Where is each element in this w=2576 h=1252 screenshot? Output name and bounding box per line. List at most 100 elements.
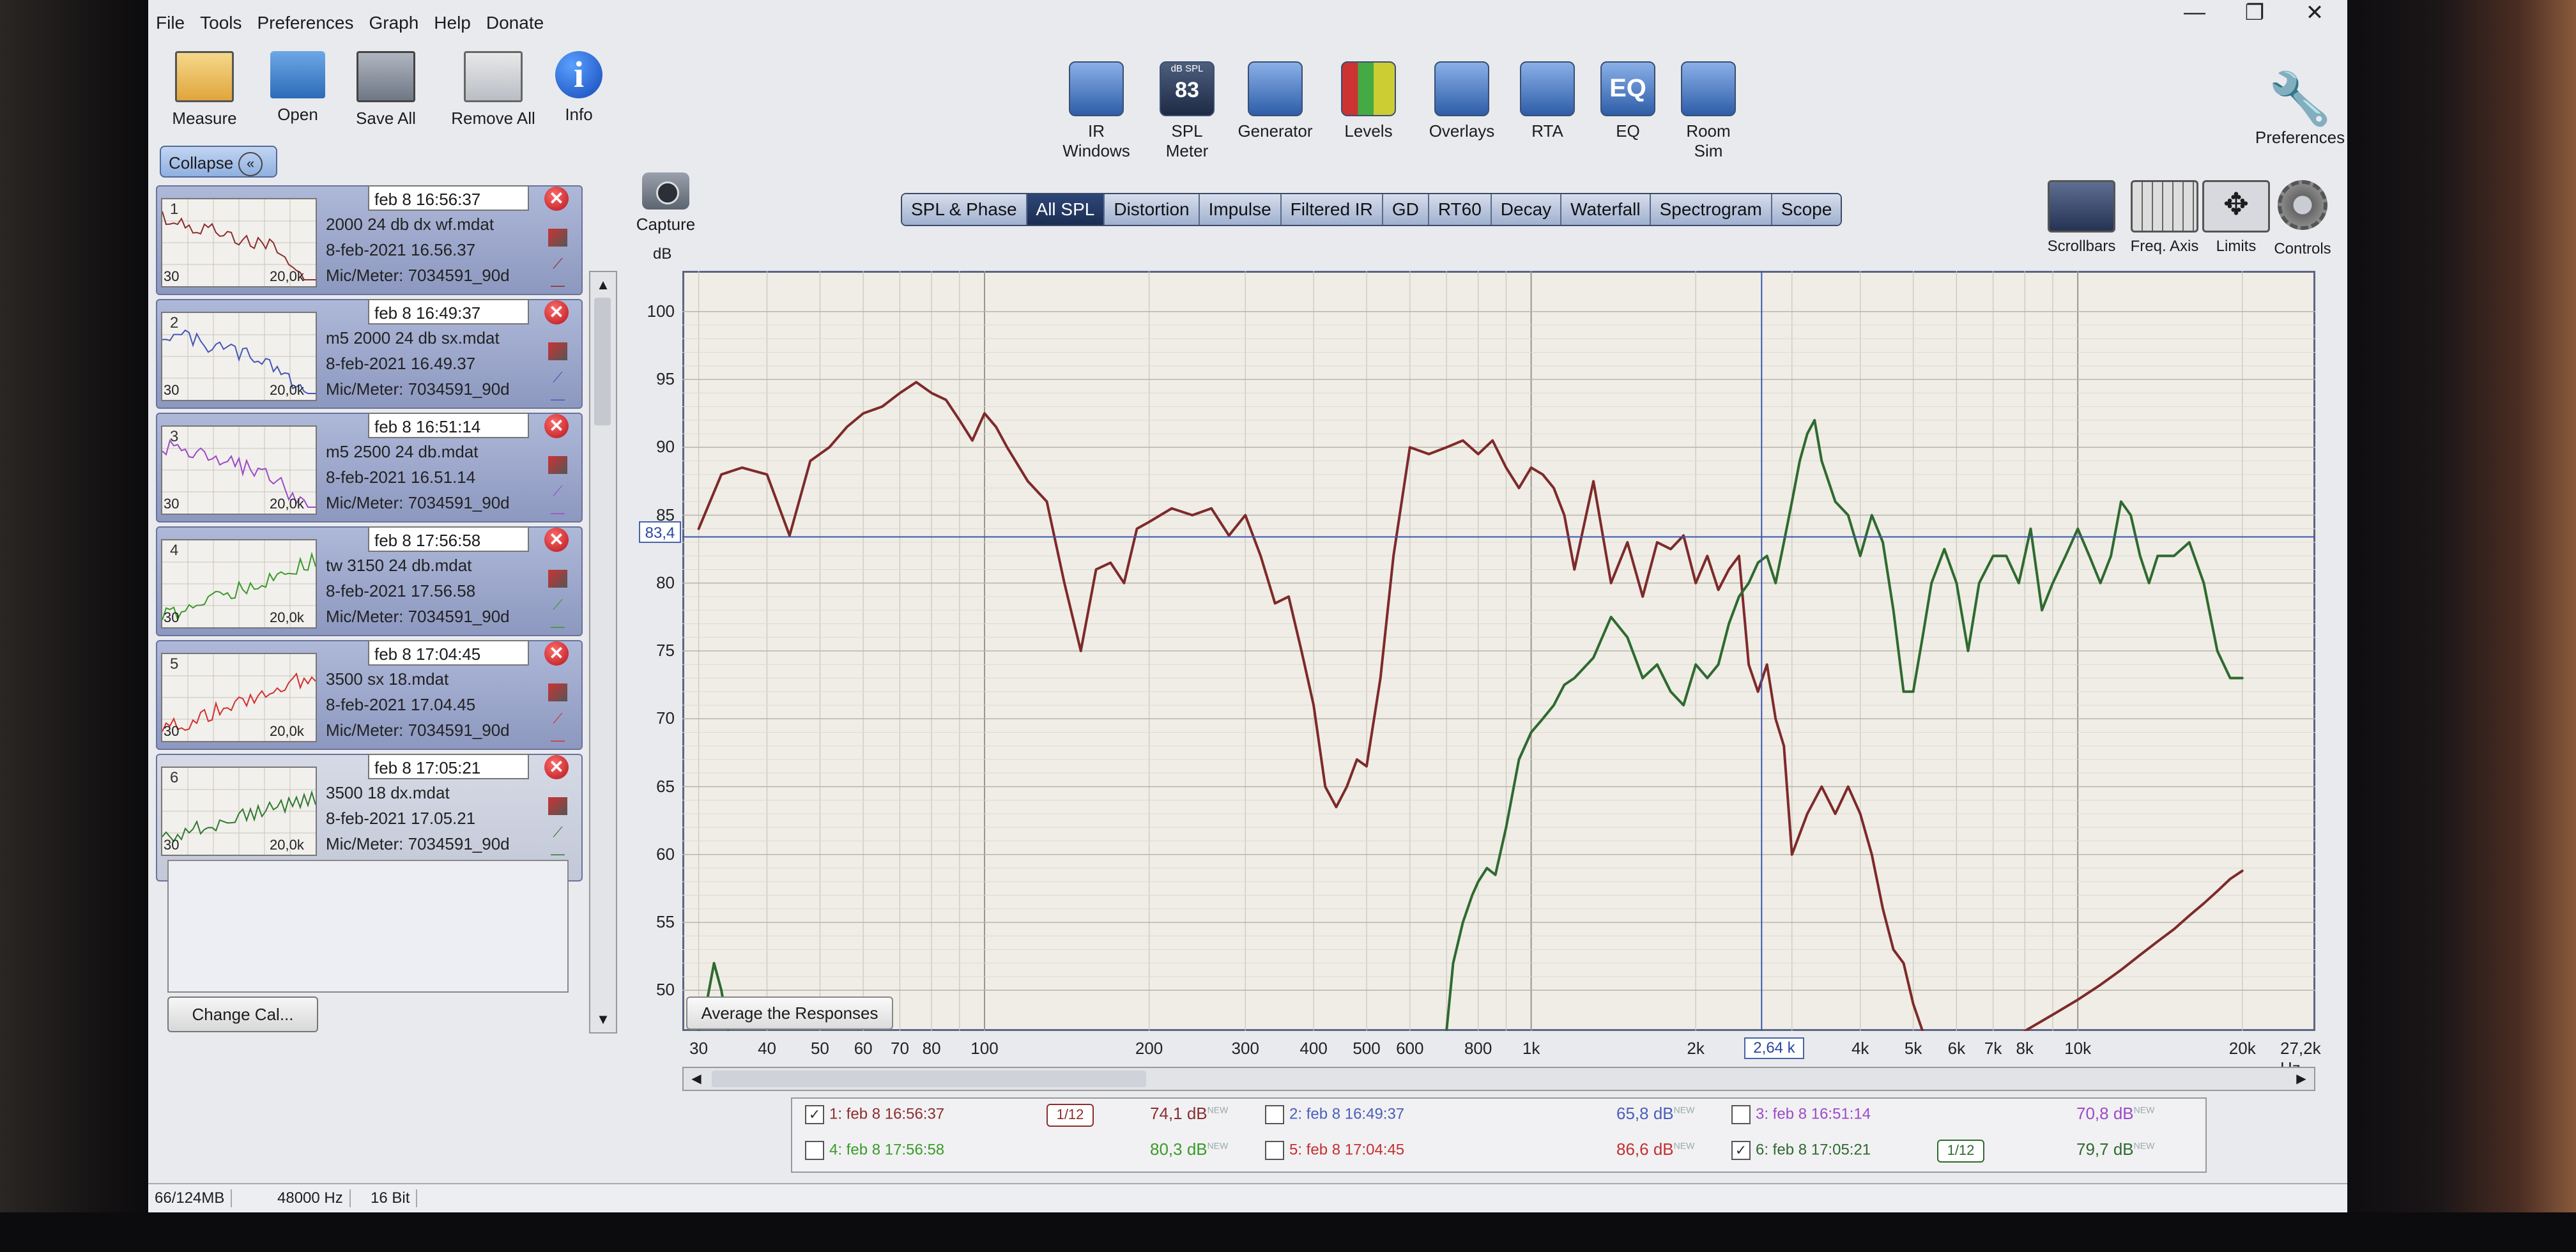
tab-distortion[interactable]: Distortion (1105, 194, 1200, 225)
rta-button[interactable]: RTA (1509, 61, 1586, 141)
ir-windows-button[interactable]: IR Windows (1058, 61, 1135, 161)
average-responses-button[interactable]: Average the Responses (686, 996, 893, 1030)
save-all-button[interactable]: Save All (341, 51, 431, 128)
maximize-button[interactable]: ❐ (2226, 0, 2283, 25)
controls-button[interactable]: Controls (2264, 180, 2341, 258)
legend-item[interactable]: 3: feb 8 16:51:14 (1731, 1105, 1871, 1124)
tab-filtered-ir[interactable]: Filtered IR (1281, 194, 1383, 225)
menu-graph[interactable]: Graph (361, 9, 426, 43)
visibility-icon[interactable]: — (548, 505, 567, 523)
legend-item[interactable]: 2: feb 8 16:49:37 (1265, 1105, 1404, 1124)
scroll-left-icon[interactable]: ◀ (684, 1068, 709, 1090)
menu-file[interactable]: File (148, 9, 192, 43)
spl-meter-button[interactable]: dB SPL 83 SPL Meter (1149, 61, 1225, 161)
menu-preferences[interactable]: Preferences (250, 9, 362, 43)
preferences-button[interactable]: 🔧 Preferences (2236, 70, 2347, 148)
horizontal-scrollbar[interactable]: ◀ ▶ (682, 1067, 2315, 1091)
graph-color-icon[interactable] (548, 797, 567, 815)
remove-all-button[interactable]: Remove All (448, 51, 538, 128)
measurement-name-field[interactable]: feb 8 17:56:58 (368, 526, 529, 552)
smoothing-badge[interactable]: 1/12 (1937, 1140, 1984, 1163)
scroll-thumb[interactable] (594, 298, 611, 425)
menu-donate[interactable]: Donate (479, 9, 551, 43)
room-sim-button[interactable]: Room Sim (1670, 61, 1747, 161)
measurement-item[interactable]: feb 8 16:49:37 ✕ 2 30 20,0k m5 2000 24 db sx.… (156, 299, 583, 409)
smoothing-badge[interactable]: 1/12 (1046, 1104, 1094, 1127)
graph-color-icon[interactable] (548, 570, 567, 588)
measurement-item[interactable]: feb 8 16:51:14 ✕ 3 30 20,0k m5 2500 24 db.mda… (156, 413, 583, 523)
delete-measurement-icon[interactable]: ✕ (544, 300, 569, 324)
line-style-icon[interactable]: ⟋ (548, 824, 567, 842)
line-style-icon[interactable]: ⟋ (548, 256, 567, 273)
tab-waterfall[interactable]: Waterfall (1561, 194, 1651, 225)
delete-measurement-icon[interactable]: ✕ (544, 641, 569, 666)
menu-tools[interactable]: Tools (192, 9, 249, 43)
scroll-down-icon[interactable]: ▼ (590, 1007, 616, 1032)
tab-impulse[interactable]: Impulse (1199, 194, 1282, 225)
visibility-icon[interactable]: — (548, 618, 567, 636)
legend-checkbox[interactable] (1265, 1105, 1284, 1124)
visibility-icon[interactable]: — (548, 732, 567, 750)
visibility-icon[interactable]: — (548, 391, 567, 409)
legend-item[interactable]: 4: feb 8 17:56:58 (805, 1141, 944, 1160)
legend-checkbox[interactable]: ✓ (805, 1105, 824, 1124)
tab-spectrogram[interactable]: Spectrogram (1650, 194, 1772, 225)
scroll-up-icon[interactable]: ▲ (590, 272, 616, 298)
close-button[interactable]: ✕ (2286, 0, 2343, 25)
legend-item[interactable]: ✓ 1: feb 8 16:56:37 (805, 1105, 944, 1124)
horizontal-scroll-thumb[interactable] (712, 1071, 1146, 1087)
vertical-scrollbar[interactable]: ▲ ▼ (589, 271, 617, 1034)
collapse-button[interactable]: Collapse « (160, 146, 277, 178)
legend-checkbox[interactable] (1731, 1105, 1751, 1124)
spl-graph[interactable] (682, 271, 2315, 1031)
legend-checkbox[interactable] (805, 1141, 824, 1160)
overlays-button[interactable]: Overlays (1423, 61, 1500, 141)
graph-color-icon[interactable] (548, 456, 567, 474)
line-style-icon[interactable]: ⟋ (548, 483, 567, 501)
legend-item[interactable]: ✓ 6: feb 8 17:05:21 (1731, 1141, 1871, 1160)
delete-measurement-icon[interactable]: ✕ (544, 414, 569, 438)
tab-decay[interactable]: Decay (1491, 194, 1562, 225)
scrollbars-button[interactable]: Scrollbars (2043, 180, 2120, 256)
tab-spl-phase[interactable]: SPL & Phase (902, 194, 1027, 225)
measurement-item[interactable]: feb 8 16:56:37 ✕ 1 30 20,0k 2000 24 db dx wf.… (156, 185, 583, 295)
open-button[interactable]: Open (253, 51, 342, 125)
info-button[interactable]: i Info (534, 51, 624, 125)
delete-measurement-icon[interactable]: ✕ (544, 528, 569, 552)
legend-checkbox[interactable] (1265, 1141, 1284, 1160)
generator-button[interactable]: Generator (1237, 61, 1314, 141)
measure-button[interactable]: Measure (160, 51, 249, 128)
measurement-item[interactable]: feb 8 17:56:58 ✕ 4 30 20,0k tw 3150 24 db.mda… (156, 526, 583, 636)
tab-gd[interactable]: GD (1383, 194, 1429, 225)
eq-button[interactable]: EQ EQ (1590, 61, 1666, 141)
levels-button[interactable]: Levels (1330, 61, 1407, 141)
scroll-right-icon[interactable]: ▶ (2288, 1068, 2314, 1090)
legend-checkbox[interactable]: ✓ (1731, 1141, 1751, 1160)
line-style-icon[interactable]: ⟋ (548, 597, 567, 615)
measurement-item[interactable]: feb 8 17:04:45 ✕ 5 30 20,0k 3500 sx 18.mdat 8-… (156, 640, 583, 750)
freq-axis-button[interactable]: Freq. Axis (2126, 180, 2203, 256)
measurement-name-field[interactable]: feb 8 17:04:45 (368, 640, 529, 666)
legend-item[interactable]: 5: feb 8 17:04:45 (1265, 1141, 1404, 1160)
graph-color-icon[interactable] (548, 683, 567, 701)
measurement-name-field[interactable]: feb 8 17:05:21 (368, 754, 529, 779)
change-cal-button[interactable]: Change Cal... (167, 996, 318, 1032)
tab-scope[interactable]: Scope (1772, 194, 1841, 225)
limits-button[interactable]: ✥ Limits (2198, 180, 2274, 256)
measurement-name-field[interactable]: feb 8 16:51:14 (368, 413, 529, 438)
line-style-icon[interactable]: ⟋ (548, 710, 567, 728)
visibility-icon[interactable]: — (548, 277, 567, 295)
measurement-notes-area[interactable] (167, 860, 569, 993)
line-style-icon[interactable]: ⟋ (548, 369, 567, 387)
minimize-button[interactable]: — (2166, 0, 2223, 24)
delete-measurement-icon[interactable]: ✕ (544, 187, 569, 211)
menu-help[interactable]: Help (426, 9, 479, 43)
graph-color-icon[interactable] (548, 342, 567, 360)
measurement-name-field[interactable]: feb 8 16:49:37 (368, 299, 529, 324)
tab-all-spl[interactable]: All SPL (1027, 194, 1105, 225)
graph-color-icon[interactable] (548, 229, 567, 247)
measurement-name-field[interactable]: feb 8 16:56:37 (368, 185, 529, 211)
delete-measurement-icon[interactable]: ✕ (544, 755, 569, 779)
tab-rt60[interactable]: RT60 (1429, 194, 1492, 225)
capture-button[interactable]: Capture (621, 172, 710, 234)
